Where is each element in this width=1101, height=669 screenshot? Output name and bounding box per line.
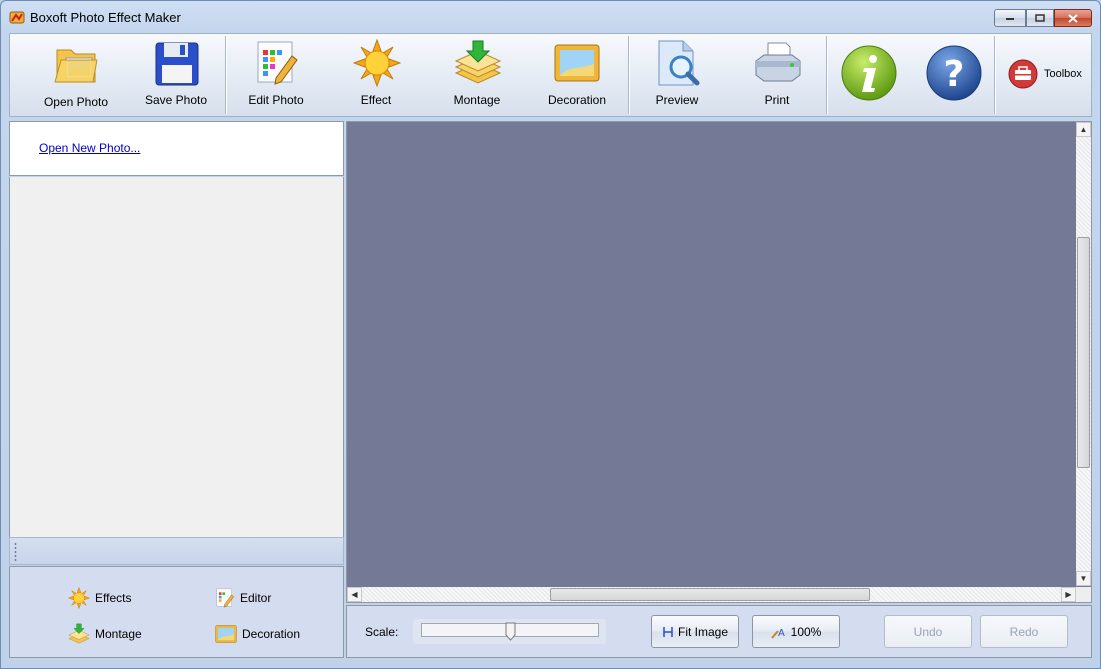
picture-frame-icon (215, 625, 237, 643)
toolbar-separator (994, 36, 995, 114)
fit-image-label: Fit Image (677, 624, 728, 639)
nav-item-effects[interactable]: Effects (68, 587, 131, 609)
preview-label: Preview (655, 93, 699, 107)
title-bar: Boxoft Photo Effect Maker (0, 0, 1101, 34)
nav-item-editor[interactable]: Editor (215, 587, 271, 609)
left-panel-nav: Effects Editor Montage Decoration (9, 566, 344, 658)
print-button[interactable]: Print (743, 34, 811, 116)
floppy-disk-icon (155, 42, 199, 86)
undo-button[interactable]: Undo (884, 615, 972, 648)
scroll-up-arrow-icon[interactable]: ▲ (1076, 122, 1091, 137)
nav-editor-label: Editor (240, 591, 272, 605)
scale-slider-thumb[interactable] (505, 622, 516, 641)
window-title: Boxoft Photo Effect Maker (30, 10, 181, 25)
scroll-left-arrow-icon[interactable]: ◀ (347, 587, 362, 602)
montage-layers-icon (68, 623, 90, 644)
edit-photo-label: Edit Photo (248, 93, 304, 107)
decoration-button[interactable]: Decoration (540, 34, 614, 116)
edit-grid-pencil-icon (216, 588, 234, 608)
nav-item-montage[interactable]: Montage (68, 623, 142, 645)
open-photo-label: Open Photo (43, 95, 109, 109)
grip-icon (14, 542, 17, 562)
zoom-100-label: 100% (790, 624, 822, 639)
toolbar-separator (225, 36, 226, 114)
photo-canvas[interactable] (347, 122, 1076, 586)
nav-effects-label: Effects (95, 591, 132, 605)
left-panel-header: Open New Photo... (9, 121, 344, 176)
edit-grid-pencil-icon (257, 41, 298, 85)
picture-frame-icon (554, 44, 600, 82)
preview-magnifier-icon (658, 40, 700, 86)
print-label: Print (764, 93, 790, 107)
vertical-scroll-thumb[interactable] (1077, 237, 1090, 468)
nav-montage-label: Montage (95, 627, 142, 641)
sun-effect-icon (68, 587, 90, 609)
maximize-icon (1035, 14, 1045, 22)
montage-layers-icon (454, 40, 502, 84)
toolbar-separator (628, 36, 629, 114)
edit-photo-button[interactable]: Edit Photo (242, 34, 310, 116)
redo-label: Redo (1009, 624, 1039, 639)
app-logo-icon (9, 11, 25, 24)
preview-button[interactable]: Preview (643, 34, 711, 116)
save-photo-button[interactable]: Save Photo (142, 34, 210, 116)
zoom-actual-size-icon: A (770, 628, 785, 639)
save-photo-label: Save Photo (144, 93, 208, 107)
toolbox-button[interactable]: Toolbox (1008, 58, 1088, 90)
montage-button[interactable]: Montage (443, 34, 511, 116)
nav-decoration-label: Decoration (242, 627, 301, 641)
toolbox-label: Toolbox (1044, 68, 1082, 80)
scale-label: Scale: (365, 625, 399, 639)
left-panel-content (9, 177, 344, 537)
maximize-button[interactable] (1026, 9, 1054, 27)
open-photo-button[interactable]: Open Photo (40, 34, 112, 116)
decoration-label: Decoration (547, 93, 607, 107)
help-button[interactable]: ? (923, 34, 987, 116)
minimize-icon (1006, 18, 1014, 20)
scrollbar-corner (1076, 587, 1091, 602)
minimize-button[interactable] (994, 9, 1026, 27)
scroll-down-arrow-icon[interactable]: ▼ (1076, 571, 1091, 586)
fit-arrows-icon (663, 626, 673, 637)
toolbar-separator (826, 36, 827, 114)
close-icon (1068, 13, 1078, 23)
horizontal-scroll-thumb[interactable] (550, 588, 870, 601)
nav-item-decoration[interactable]: Decoration (215, 623, 300, 645)
scroll-right-arrow-icon[interactable]: ▶ (1061, 587, 1076, 602)
close-button[interactable] (1054, 9, 1092, 27)
effect-button[interactable]: Effect (342, 34, 410, 116)
help-question-icon: ? (926, 45, 982, 101)
effect-label: Effect (360, 93, 392, 107)
info-icon (841, 45, 897, 101)
svg-text:A: A (778, 628, 785, 639)
toolbox-icon (1008, 59, 1038, 89)
panel-splitter[interactable] (9, 537, 344, 565)
montage-label: Montage (453, 93, 501, 107)
zoom-100-button[interactable]: A 100% (752, 615, 840, 648)
redo-button[interactable]: Redo (980, 615, 1068, 648)
info-button[interactable] (838, 34, 902, 116)
fit-image-button[interactable]: Fit Image (651, 615, 739, 648)
printer-icon (755, 42, 801, 82)
main-toolbar: Open Photo Save Photo Edit Photo Effect … (9, 33, 1092, 117)
undo-label: Undo (913, 624, 943, 639)
svg-text:?: ? (944, 54, 965, 95)
open-new-photo-link[interactable]: Open New Photo... (39, 141, 140, 155)
folder-photo-icon (54, 49, 98, 83)
sun-effect-icon (353, 39, 401, 87)
